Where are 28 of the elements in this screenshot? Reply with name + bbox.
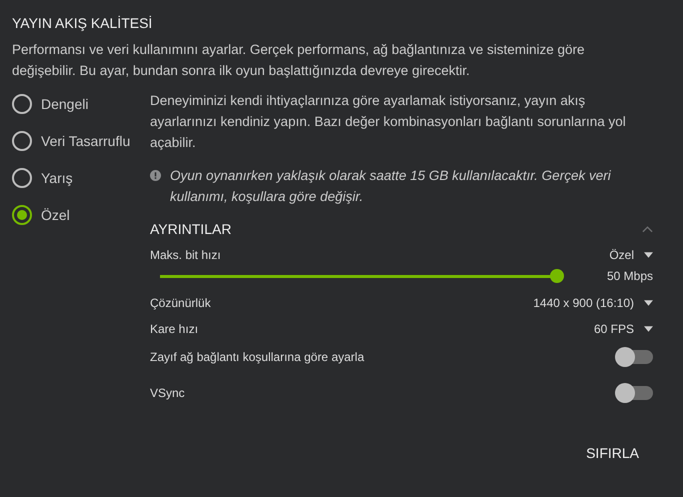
bitrate-slider[interactable]	[160, 269, 564, 283]
caret-icon	[644, 300, 653, 306]
chevron-up-icon[interactable]	[642, 225, 653, 233]
radio-option[interactable]: Yarış	[12, 168, 150, 188]
description-text: Performansı ve veri kullanımını ayarlar. Gerçek performans, ağ bağlantınıza ve sisteminize göre değişebilir. Bu ayar, bundan sonra ilk oyun başlattığınızda devreye girecektir.	[12, 41, 586, 80]
details-title: AYRINTILAR	[150, 221, 232, 237]
alert-icon	[150, 170, 161, 181]
setting-label: Zayıf ağ bağlantı koşullarına göre ayarla	[150, 350, 364, 364]
setting-label: VSync	[150, 386, 185, 400]
slider-thumb[interactable]	[550, 269, 564, 283]
radio-option[interactable]: Özel	[12, 205, 150, 225]
setting-label: Kare hızı	[150, 322, 198, 336]
setting-label: Çözünürlük	[150, 296, 211, 310]
dropdown[interactable]: Özel	[609, 248, 653, 262]
toggle-switch[interactable]	[617, 350, 653, 364]
caret-icon	[644, 252, 653, 258]
custom-description: Deneyiminizi kendi ihtiyaçlarınıza göre ayarlamak istiyorsanız, yayın akış ayarlarınızı kendiniz yapın. Bazı değer kombinasyonları bağlantı sorunlarına yol açabilir.	[150, 92, 627, 152]
setting-label: Maks. bit hızı	[150, 248, 221, 262]
toggle-switch[interactable]	[617, 386, 653, 400]
notice-text: Oyun oynanırken yaklaşık olarak saatte 15 GB kullanılacaktır. Gerçek veri kullanımı, koşullara göre değişir.	[170, 167, 612, 206]
radio-option[interactable]: Dengeli	[12, 94, 150, 114]
caret-icon	[644, 326, 653, 332]
dropdown[interactable]: 1440 x 900 (16:10)	[533, 296, 653, 310]
dropdown[interactable]: 60 FPS	[594, 322, 653, 336]
reset-button[interactable]: SIFIRLA	[572, 441, 653, 465]
section-title: YAYIN AKIŞ KALİTESİ	[12, 15, 154, 33]
radio-option[interactable]: Veri Tasarruflu	[12, 131, 150, 151]
bitrate-reading: 50 Mbps	[606, 269, 653, 283]
